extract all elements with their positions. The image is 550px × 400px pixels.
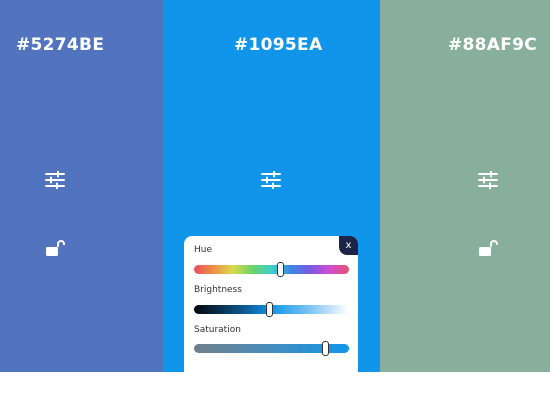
- hue-label: Hue: [194, 245, 213, 255]
- brightness-label: Brightness: [194, 285, 242, 295]
- saturation-slider-thumb[interactable]: [322, 341, 330, 356]
- hue-slider-track[interactable]: [194, 265, 349, 274]
- unlocked-padlock-icon[interactable]: [44, 237, 66, 259]
- hex-code[interactable]: #88AF9C: [448, 35, 537, 55]
- hue-slider-thumb[interactable]: [277, 262, 285, 277]
- hex-code[interactable]: #1095EA: [234, 35, 322, 55]
- saturation-label: Saturation: [194, 325, 241, 335]
- unlocked-padlock-icon[interactable]: [477, 237, 499, 259]
- close-panel-button[interactable]: x: [339, 236, 358, 255]
- sliders-icon[interactable]: [260, 169, 282, 191]
- sliders-icon[interactable]: [477, 169, 499, 191]
- color-column-3[interactable]: #88AF9C: [380, 0, 550, 372]
- color-column-1[interactable]: #5274BE: [0, 0, 163, 372]
- footer-area: [0, 372, 550, 400]
- hex-code[interactable]: #5274BE: [16, 35, 104, 55]
- brightness-slider-thumb[interactable]: [266, 302, 274, 317]
- sliders-icon[interactable]: [44, 169, 66, 191]
